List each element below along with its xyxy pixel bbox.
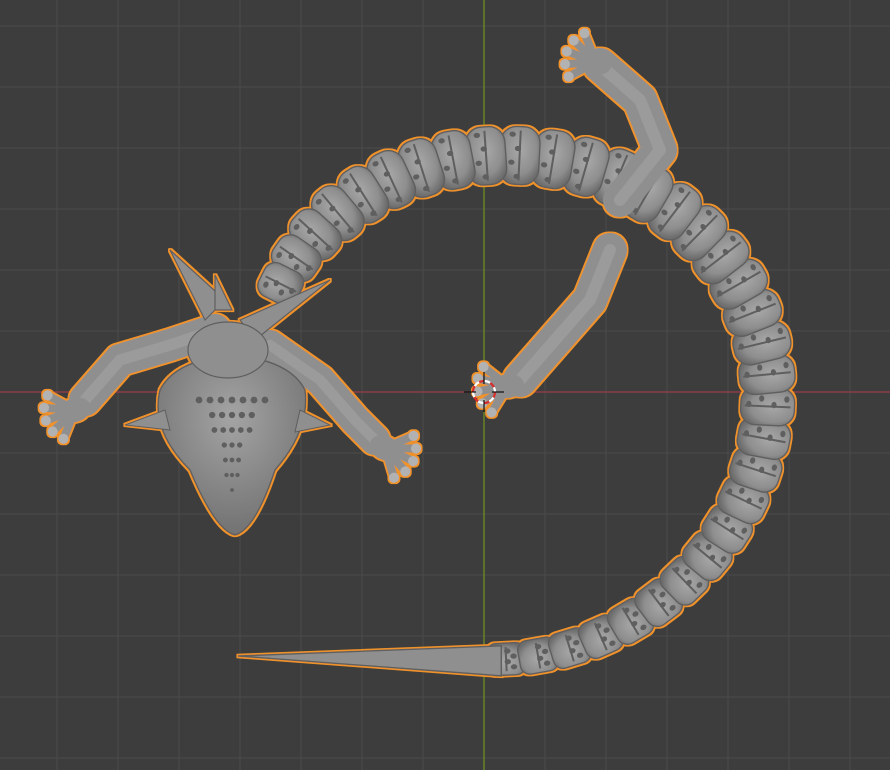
3d-viewport[interactable] (0, 0, 890, 770)
tail-tip (237, 645, 502, 677)
dragon-mesh[interactable] (32, 23, 797, 677)
neck (187, 321, 269, 379)
viewport-canvas[interactable] (0, 0, 890, 770)
